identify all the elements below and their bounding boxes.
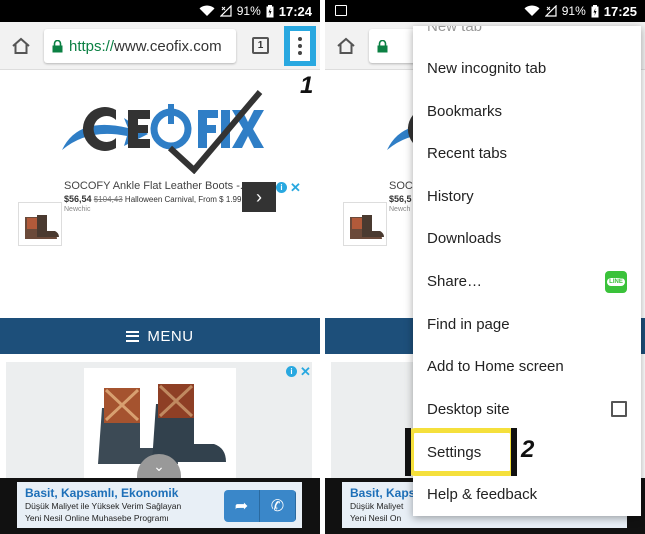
ad-next-button[interactable]: ›: [242, 182, 276, 212]
checkbox-icon[interactable]: [611, 401, 627, 417]
signal-icon: [544, 5, 557, 17]
browser-toolbar: https://www.ceofix.com 1: [0, 22, 320, 70]
menu-item-find-in-page[interactable]: Find in page: [413, 303, 641, 345]
url-scheme: https://: [69, 37, 115, 55]
bottom-ad-banner[interactable]: Basit, Kapsamlı, Ekonomik Düşük Maliyet …: [0, 478, 320, 534]
phone-icon[interactable]: ✆: [260, 490, 296, 522]
image-icon: [335, 5, 347, 16]
ad-source: Newchic: [64, 206, 91, 213]
lock-icon: [377, 39, 388, 52]
clock: 17:25: [603, 3, 637, 19]
adchoices-icon: i: [276, 181, 287, 193]
tab-count: 1: [257, 40, 264, 51]
share-label: Share…: [427, 272, 483, 290]
url-bar[interactable]: https://www.ceofix.com: [44, 29, 236, 63]
status-bar: 91% 17:24: [0, 0, 320, 22]
more-vert-icon: [290, 31, 310, 61]
menu-item-help-feedback[interactable]: Help & feedback: [413, 473, 641, 515]
url-host: www.ceofix.com: [114, 37, 222, 55]
banner-line1: Düşük Maliyet ile Yüksek Verim Sağlayan: [25, 501, 182, 511]
tabs-icon[interactable]: 1: [252, 37, 269, 54]
wifi-icon: [524, 5, 540, 16]
ceofix-logo[interactable]: [58, 88, 268, 174]
ad-thumbnail[interactable]: [18, 202, 62, 246]
bracket-right: [511, 428, 517, 476]
banner-line2: Yeni Nesil Online Muhasebe Programı: [25, 513, 169, 523]
banner-buttons: ➦ ✆: [224, 490, 296, 522]
menu-item-recent-tabs[interactable]: Recent tabs: [413, 132, 641, 174]
ad-price: $56,5: [389, 194, 412, 204]
home-icon: [12, 37, 30, 54]
share-arrow-icon[interactable]: ➦: [224, 490, 260, 522]
hamburger-icon: [126, 330, 140, 342]
chevron-right-icon: ›: [256, 186, 262, 207]
close-icon[interactable]: ✕: [290, 181, 301, 194]
menu-item-bookmarks[interactable]: Bookmarks: [413, 90, 641, 132]
settings-highlight: [409, 428, 515, 476]
home-icon: [337, 37, 355, 54]
ad-price: $56,54 $104,43 Halloween Carnival, From …: [64, 194, 242, 204]
right-screenshot: 91% 17:25 SOCO $56,5 Newch Basit, Kapsa …: [325, 0, 645, 534]
banner-headline: Basit, Kapsa: [350, 486, 423, 500]
lock-icon: [52, 39, 63, 52]
adchoices-badge[interactable]: i ✕: [276, 180, 302, 194]
battery-percent: 91%: [236, 4, 261, 18]
battery-percent: 91%: [561, 4, 586, 18]
step-two-label: 2: [521, 436, 535, 463]
menu-item-downloads[interactable]: Downloads: [413, 217, 641, 259]
menu-item-add-to-home-screen[interactable]: Add to Home screen: [413, 345, 641, 387]
menu-item-new-tab[interactable]: New tab: [413, 26, 641, 47]
battery-icon: [266, 4, 274, 17]
site-menu-bar[interactable]: MENU: [0, 318, 320, 354]
home-button[interactable]: [333, 33, 359, 59]
status-bar: 91% 17:25: [325, 0, 645, 22]
desktop-site-label: Desktop site: [427, 400, 510, 418]
menu-item-new-incognito-tab[interactable]: New incognito tab: [413, 47, 641, 89]
menu-item-history[interactable]: History: [413, 175, 641, 217]
left-screenshot: 91% 17:24 https://www.ceofix.com 1 1 SOC…: [0, 0, 320, 534]
site-menu-label: MENU: [147, 327, 194, 345]
banner-line2: Yeni Nesil On: [350, 513, 402, 523]
ad-title: SOCOFY Ankle Flat Leather Boots -...: [64, 180, 250, 192]
close-icon[interactable]: ✕: [300, 365, 311, 378]
banner-line1: Düşük Maliyet: [350, 501, 404, 511]
adchoices-icon: i: [286, 365, 297, 377]
more-menu-button[interactable]: [284, 26, 316, 66]
signal-icon: [219, 5, 232, 17]
product-ad[interactable]: SOCOFY Ankle Flat Leather Boots -... $56…: [0, 176, 320, 246]
clock: 17:24: [278, 3, 312, 19]
ad-source: Newch: [389, 206, 411, 213]
battery-icon: [591, 4, 599, 17]
step-one-label: 1: [300, 72, 314, 99]
bracket-left: [405, 428, 411, 476]
home-button[interactable]: [8, 33, 34, 59]
ad-thumbnail[interactable]: [343, 202, 387, 246]
menu-item-desktop-site[interactable]: Desktop site: [413, 388, 641, 430]
wifi-icon: [199, 5, 215, 16]
banner-box[interactable]: Basit, Kapsamlı, Ekonomik Düşük Maliyet …: [17, 482, 302, 528]
boots-ad[interactable]: i ✕ ⌄: [6, 362, 312, 478]
line-app-icon[interactable]: LINE: [605, 271, 627, 293]
adchoices-badge-2[interactable]: i ✕: [286, 364, 312, 378]
banner-headline: Basit, Kapsamlı, Ekonomik: [25, 486, 179, 500]
menu-item-share[interactable]: Share… LINE: [413, 260, 641, 302]
